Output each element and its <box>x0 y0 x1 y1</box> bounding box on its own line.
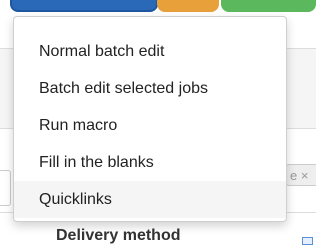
batch-actions-dropdown: Normal batch edit Batch edit selected jo… <box>13 16 287 222</box>
menu-item-fill-in-the-blanks[interactable]: Fill in the blanks <box>14 144 286 181</box>
warning-button[interactable] <box>157 0 219 12</box>
menu-item-quicklinks[interactable]: Quicklinks <box>14 181 286 218</box>
menu-item-batch-edit-selected-jobs[interactable]: Batch edit selected jobs <box>14 70 286 107</box>
toolbar-buttons <box>0 0 316 14</box>
menu-item-normal-batch-edit[interactable]: Normal batch edit <box>14 33 286 70</box>
scroll-corner <box>302 237 313 245</box>
filter-input[interactable] <box>0 170 11 206</box>
success-button[interactable] <box>221 0 316 12</box>
menu-item-run-macro[interactable]: Run macro <box>14 107 286 144</box>
batch-edit-button[interactable] <box>10 0 158 12</box>
section-heading: Delivery method <box>56 227 181 244</box>
filter-tag[interactable]: e × <box>286 164 316 186</box>
